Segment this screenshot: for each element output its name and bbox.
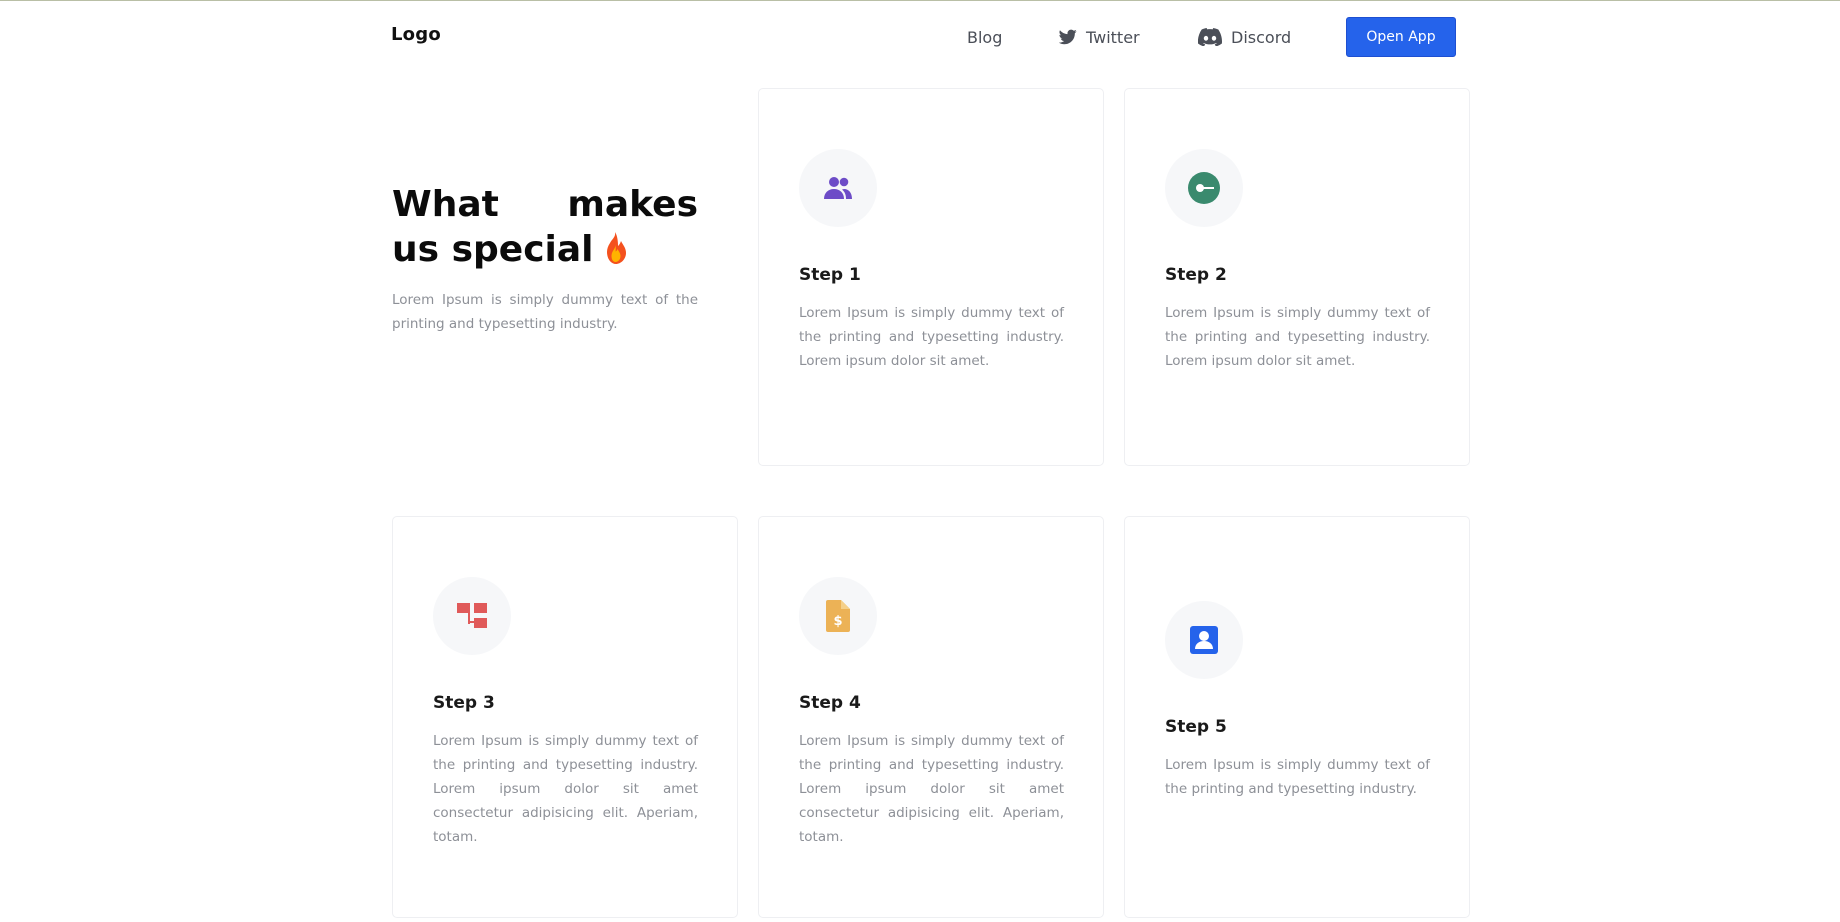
hero-title: What makes us special (392, 182, 698, 276)
card-text: Lorem Ipsum is simply dummy text of the … (799, 305, 1064, 369)
discord-icon (1198, 28, 1222, 46)
logo[interactable]: Logo (391, 24, 441, 45)
hero-description: Lorem Ipsum is simply dummy text of the … (392, 292, 698, 332)
top-border (0, 0, 1840, 1)
nav-link-discord[interactable]: Discord (1198, 25, 1291, 49)
hero-title-text: What makes us special (392, 184, 698, 270)
contact-card-icon (1165, 601, 1243, 679)
target-icon (1165, 149, 1243, 227)
card-text: Lorem Ipsum is simply dummy text of the … (433, 733, 698, 845)
card-title: Step 4 (799, 693, 861, 713)
card-title: Step 2 (1165, 265, 1227, 285)
twitter-icon (1059, 29, 1077, 45)
card-title: Step 3 (433, 693, 495, 713)
feature-card-step-3: Step 3 Lorem Ipsum is simply dummy text … (392, 516, 738, 918)
invoice-dollar-icon: $ (799, 577, 877, 655)
nav-link-blog[interactable]: Blog (967, 25, 1002, 49)
card-text: Lorem Ipsum is simply dummy text of the … (1165, 305, 1430, 369)
page: Logo Blog Twitter Discord Open App What … (0, 0, 1840, 922)
nav-link-twitter[interactable]: Twitter (1059, 25, 1140, 49)
svg-text:$: $ (833, 614, 842, 629)
card-text: Lorem Ipsum is simply dummy text of the … (1165, 757, 1430, 797)
feature-card-step-1: Step 1 Lorem Ipsum is simply dummy text … (758, 88, 1104, 466)
nav-twitter-label: Twitter (1086, 27, 1140, 47)
card-text: Lorem Ipsum is simply dummy text of the … (799, 733, 1064, 845)
open-app-button[interactable]: Open App (1346, 17, 1456, 57)
feature-card-step-4: $ Step 4 Lorem Ipsum is simply dummy tex… (758, 516, 1104, 918)
sitemap-icon (433, 577, 511, 655)
card-title: Step 5 (1165, 717, 1227, 737)
card-title: Step 1 (799, 265, 861, 285)
feature-card-step-5: Step 5 Lorem Ipsum is simply dummy text … (1124, 516, 1470, 918)
users-icon (799, 149, 877, 227)
nav-discord-label: Discord (1231, 27, 1292, 47)
feature-card-step-2: Step 2 Lorem Ipsum is simply dummy text … (1124, 88, 1470, 466)
nav-blog-label: Blog (967, 27, 1003, 47)
fire-icon (600, 231, 630, 276)
